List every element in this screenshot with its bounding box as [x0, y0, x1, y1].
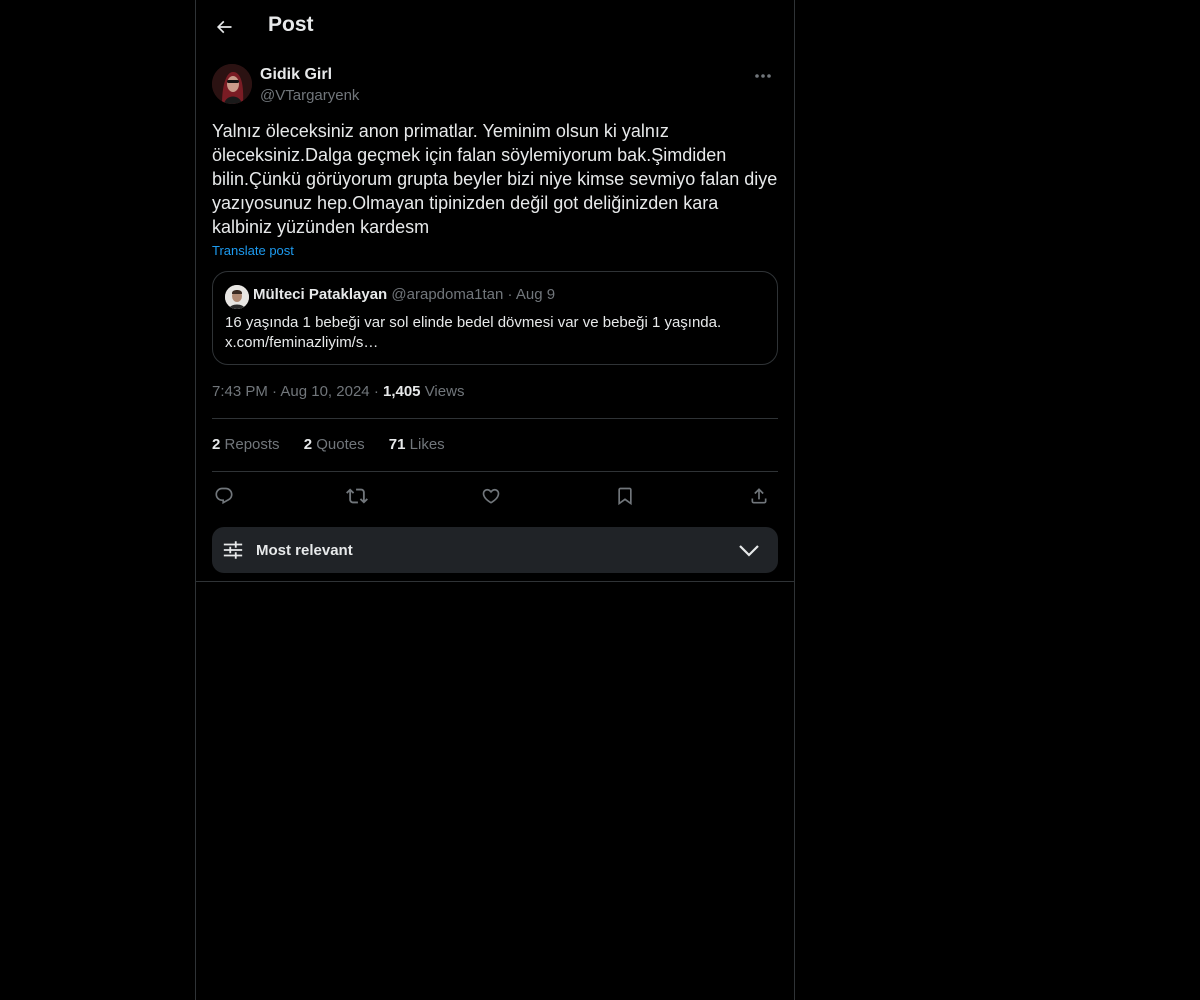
- post-text: Yalnız öleceksiniz anon primatlar. Yemin…: [212, 121, 778, 237]
- post-stats: 2 Reposts 2 Quotes 71 Likes: [212, 436, 465, 453]
- author-handle[interactable]: @VTargaryenk: [260, 87, 359, 104]
- quote-author-name: Mülteci Pataklayan: [253, 286, 388, 303]
- views-label: Views: [424, 383, 465, 400]
- share-button[interactable]: [742, 480, 776, 512]
- likes-label: Likes: [409, 436, 445, 453]
- quote-author-handle: @arapdoma1tan: [391, 286, 504, 303]
- quotes-count: 2: [303, 436, 313, 453]
- reposts-count: 2: [212, 436, 221, 453]
- author-name[interactable]: Gidik Girl: [260, 66, 332, 84]
- bookmark-icon: [618, 487, 632, 506]
- post-date[interactable]: Aug 10, 2024: [280, 383, 369, 400]
- divider: [212, 471, 778, 472]
- arrow-left-icon: [216, 20, 232, 34]
- divider: [196, 581, 794, 582]
- likes-stat[interactable]: 71 Likes: [389, 436, 445, 453]
- back-button[interactable]: [206, 9, 242, 45]
- divider: [212, 418, 778, 419]
- quote-avatar: [225, 285, 249, 309]
- post-meta: 7:43 PM · Aug 10, 2024 · 1,405 Views: [212, 383, 464, 400]
- like-button[interactable]: [474, 480, 508, 512]
- likes-count: 71: [388, 436, 406, 453]
- reply-button[interactable]: [207, 480, 241, 512]
- quoted-post[interactable]: Mülteci Pataklayan @arapdoma1tan · Aug 9…: [212, 271, 778, 365]
- quotes-stat[interactable]: 2 Quotes: [304, 436, 365, 453]
- separator-dot: ·: [507, 286, 516, 303]
- action-bar: [212, 480, 778, 512]
- quotes-label: Quotes: [316, 436, 365, 453]
- reposts-stat[interactable]: 2 Reposts: [212, 436, 280, 453]
- post-author: Gidik Girl @VTargaryenk: [212, 64, 778, 108]
- repost-icon: [346, 488, 368, 504]
- quote-header: Mülteci Pataklayan @arapdoma1tan · Aug 9: [253, 286, 555, 303]
- chevron-down-icon: [739, 545, 759, 557]
- separator-dot: ·: [373, 383, 383, 400]
- like-icon: [482, 488, 500, 504]
- header: Post: [196, 0, 794, 54]
- quote-date: Aug 9: [515, 286, 556, 303]
- avatar[interactable]: [212, 64, 252, 104]
- views-count: 1,405: [382, 383, 421, 400]
- repost-button[interactable]: [340, 480, 374, 512]
- sort-label: Most relevant: [256, 542, 353, 559]
- more-dots-icon: [755, 74, 771, 78]
- share-icon: [751, 488, 767, 504]
- sliders-icon: [223, 541, 243, 559]
- page-title: Post: [268, 13, 314, 36]
- post-column: Post Gidik Girl @VTargaryenk Yalnız ölec…: [195, 0, 795, 1000]
- more-options-button[interactable]: [748, 64, 778, 88]
- sort-replies-dropdown[interactable]: Most relevant: [212, 527, 778, 573]
- reposts-label: Reposts: [224, 436, 280, 453]
- reply-icon: [215, 487, 233, 505]
- post-time[interactable]: 7:43 PM: [212, 383, 268, 400]
- bookmark-button[interactable]: [608, 480, 642, 512]
- quote-text: 16 yaşında 1 bebeği var sol elinde bedel…: [225, 314, 722, 351]
- translate-post-link[interactable]: Translate post: [212, 243, 294, 258]
